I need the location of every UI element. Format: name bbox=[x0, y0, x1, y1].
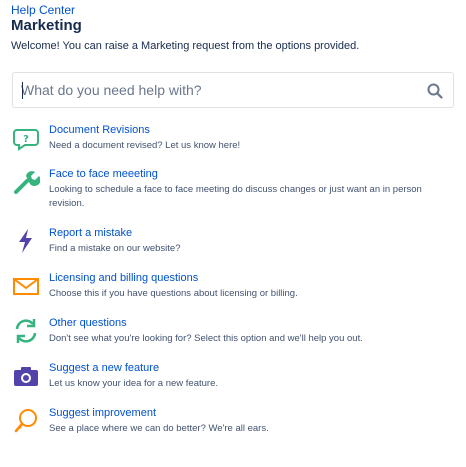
request-type-title[interactable]: Face to face meeeting bbox=[49, 168, 158, 180]
request-type-title[interactable]: Other questions bbox=[49, 317, 127, 329]
speech-bubble-question-icon: ? bbox=[13, 129, 39, 151]
request-type-document-revisions[interactable]: ? Document Revisions Need a document rev… bbox=[0, 124, 466, 164]
lightning-bolt-icon bbox=[19, 229, 32, 253]
request-type-other-questions[interactable]: Other questions Don't see what you're lo… bbox=[0, 317, 466, 357]
request-type-description: Find a mistake on our website? bbox=[49, 243, 181, 254]
search-icon[interactable] bbox=[427, 83, 443, 99]
search-input[interactable] bbox=[21, 73, 421, 107]
camera-icon bbox=[14, 367, 38, 386]
request-type-description: Looking to schedule a face to face meeti… bbox=[49, 184, 422, 209]
request-type-title[interactable]: Suggest improvement bbox=[49, 407, 156, 419]
request-type-suggest-improvement[interactable]: Suggest improvement See a place where we… bbox=[0, 407, 466, 447]
request-type-title[interactable]: Document Revisions bbox=[49, 124, 150, 136]
request-type-face-to-face-meeting[interactable]: Face to face meeeting Looking to schedul… bbox=[0, 168, 466, 209]
request-type-title[interactable]: Suggest a new feature bbox=[49, 362, 159, 374]
text-caret bbox=[22, 82, 23, 99]
breadcrumb[interactable]: Help Center bbox=[11, 3, 75, 17]
request-type-description: Choose this if you have questions about … bbox=[49, 288, 298, 299]
request-type-description: Let us know your idea for a new feature. bbox=[49, 378, 218, 389]
request-type-suggest-feature[interactable]: Suggest a new feature Let us know your i… bbox=[0, 362, 466, 402]
envelope-icon bbox=[13, 278, 39, 295]
request-type-title[interactable]: Licensing and billing questions bbox=[49, 272, 198, 284]
svg-text:?: ? bbox=[23, 134, 29, 145]
request-type-title[interactable]: Report a mistake bbox=[49, 227, 132, 239]
request-type-licensing-billing[interactable]: Licensing and billing questions Choose t… bbox=[0, 272, 466, 312]
request-type-description: See a place where we can do better? We'r… bbox=[49, 423, 269, 434]
request-type-report-mistake[interactable]: Report a mistake Find a mistake on our w… bbox=[0, 227, 466, 267]
request-type-description: Don't see what you're looking for? Selec… bbox=[49, 333, 363, 344]
page-title: Marketing bbox=[11, 17, 82, 34]
search-box[interactable] bbox=[12, 72, 454, 108]
welcome-message: Welcome! You can raise a Marketing reque… bbox=[11, 40, 360, 52]
lightbulb-icon bbox=[14, 409, 37, 433]
request-type-description: Need a document revised? Let us know her… bbox=[49, 140, 241, 151]
refresh-arrows-icon bbox=[15, 319, 37, 343]
wrench-icon bbox=[14, 171, 40, 194]
